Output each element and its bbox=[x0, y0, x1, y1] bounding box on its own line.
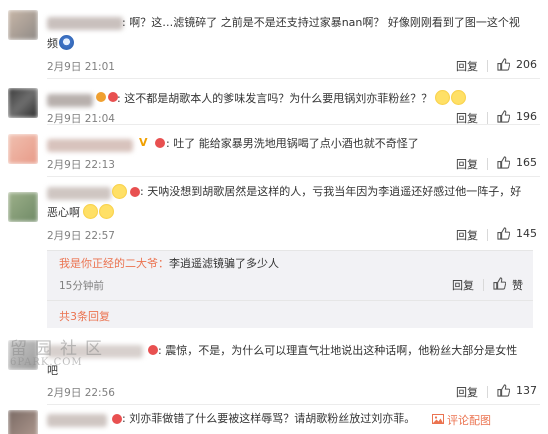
badge-icon bbox=[130, 187, 140, 197]
action-separator bbox=[487, 158, 488, 170]
comment-item: V : 吐了 能给家暴男洗地甩锅喝了点小酒也就不奇怪了 2月9日 22:13 回… bbox=[0, 124, 548, 176]
emoji-icon bbox=[59, 35, 74, 50]
thumb-up-icon[interactable] bbox=[497, 110, 510, 123]
action-separator bbox=[487, 229, 488, 241]
sub-reply-top-border bbox=[47, 250, 533, 251]
reply-button[interactable]: 回复 bbox=[456, 384, 478, 400]
watermark: 留园社区 6PARK.COM bbox=[10, 334, 110, 368]
like-count: 137 bbox=[516, 384, 537, 397]
sub-reply-button[interactable]: 回复 bbox=[452, 277, 474, 293]
timestamp: 2月9日 22:13 bbox=[47, 159, 115, 171]
comment-text: : 天呐没想到胡歌居然是这样的人，亏我当年因为李逍遥还好感过他一阵子，好 bbox=[140, 185, 522, 198]
thumb-up-icon[interactable] bbox=[493, 277, 506, 290]
reply-button[interactable]: 回复 bbox=[456, 156, 478, 172]
comment-text-line2: 恶心啊 bbox=[47, 203, 114, 223]
avatar[interactable] bbox=[8, 88, 38, 118]
sub-reply-text: 我是你正经的二大爷：李逍遥滤镜骗了多少人 bbox=[59, 257, 279, 270]
action-separator bbox=[483, 279, 484, 291]
avatar[interactable] bbox=[8, 10, 38, 40]
comment-item: : 这不都是胡歌本人的爹味发言吗？为什么要甩锅刘亦菲粉丝？？ 2月9日 21:0… bbox=[0, 78, 548, 128]
emoji-icon bbox=[83, 204, 98, 219]
like-count: 196 bbox=[516, 110, 537, 123]
sub-reply-like-label[interactable]: 赞 bbox=[512, 277, 523, 293]
watermark-title: 留园社区 bbox=[10, 339, 110, 359]
like-count: 165 bbox=[516, 156, 537, 169]
username-blurred[interactable] bbox=[47, 187, 111, 200]
sub-reply-divider bbox=[47, 300, 533, 301]
comment-text: : 啊？这…滤镜碎了 之前是不是还支持过家暴nan啊？ 好像刚刚看到了图一这个视 bbox=[122, 16, 520, 29]
emoji-icon bbox=[451, 90, 467, 105]
avatar[interactable] bbox=[8, 410, 38, 434]
emoji-icon bbox=[99, 204, 114, 219]
thumb-up-icon[interactable] bbox=[497, 156, 510, 169]
emoji-icon bbox=[112, 184, 127, 199]
username-blurred[interactable] bbox=[47, 17, 123, 30]
reply-button[interactable]: 回复 bbox=[456, 58, 478, 74]
sub-reply-box: 我是你正经的二大爷：李逍遥滤镜骗了多少人 15分钟前 回复 赞 共3条回复 bbox=[47, 250, 533, 328]
sub-reply-timestamp: 15分钟前 bbox=[59, 280, 104, 292]
comment-text: : 震惊，不是，为什么可以理直气壮地说出这种话啊，他粉丝大部分是女性 bbox=[158, 344, 518, 357]
action-separator bbox=[487, 112, 488, 124]
comment-image-link[interactable]: 评论配图 bbox=[447, 412, 491, 428]
comment-text: : 吐了 能给家暴男洗地甩锅喝了点小酒也就不奇怪了 bbox=[166, 137, 419, 150]
username-blurred[interactable] bbox=[47, 94, 93, 107]
reply-button[interactable]: 回复 bbox=[456, 227, 478, 243]
comment-item: : 刘亦菲做错了什么要被这样辱骂？请胡歌粉丝放过刘亦菲。 评论配图 bbox=[0, 404, 548, 434]
comment-text: : 这不都是胡歌本人的爹味发言吗？为什么要甩锅刘亦菲粉丝？？ bbox=[117, 89, 467, 109]
action-separator bbox=[487, 386, 488, 398]
comment-text-line2: 频 bbox=[47, 34, 74, 54]
timestamp: 2月9日 22:57 bbox=[47, 230, 115, 242]
badge-icon bbox=[155, 138, 165, 148]
sub-reply-colon: ： bbox=[158, 257, 169, 270]
sub-reply-user[interactable]: 我是你正经的二大爷 bbox=[59, 257, 158, 270]
badge-icon bbox=[112, 414, 122, 424]
thumb-up-icon[interactable] bbox=[497, 227, 510, 240]
emoji-icon bbox=[435, 90, 451, 105]
image-icon[interactable] bbox=[432, 413, 444, 425]
comment-item: : 啊？这…滤镜碎了 之前是不是还支持过家暴nan啊？ 好像刚刚看到了图一这个视… bbox=[0, 0, 548, 88]
comment-text: : 刘亦菲做错了什么要被这样辱骂？请胡歌粉丝放过刘亦菲。 bbox=[122, 412, 416, 425]
vip-badge-icon: V bbox=[139, 136, 148, 149]
badge-icon bbox=[96, 92, 106, 102]
username-blurred[interactable] bbox=[47, 139, 133, 152]
timestamp: 2月9日 21:01 bbox=[47, 61, 115, 73]
more-replies-link[interactable]: 共3条回复 bbox=[59, 308, 110, 324]
thumb-up-icon[interactable] bbox=[497, 384, 510, 397]
comment-item: : 天呐没想到胡歌居然是这样的人，亏我当年因为李逍遥还好感过他一阵子，好 恶心啊… bbox=[0, 176, 548, 250]
timestamp: 2月9日 22:56 bbox=[47, 387, 115, 399]
like-count: 206 bbox=[516, 58, 537, 71]
thumb-up-icon[interactable] bbox=[497, 58, 510, 71]
username-blurred[interactable] bbox=[47, 414, 107, 427]
avatar[interactable] bbox=[8, 192, 38, 222]
action-separator bbox=[487, 60, 488, 72]
avatar[interactable] bbox=[8, 134, 38, 164]
badge-icon bbox=[148, 345, 158, 355]
like-count: 145 bbox=[516, 227, 537, 240]
